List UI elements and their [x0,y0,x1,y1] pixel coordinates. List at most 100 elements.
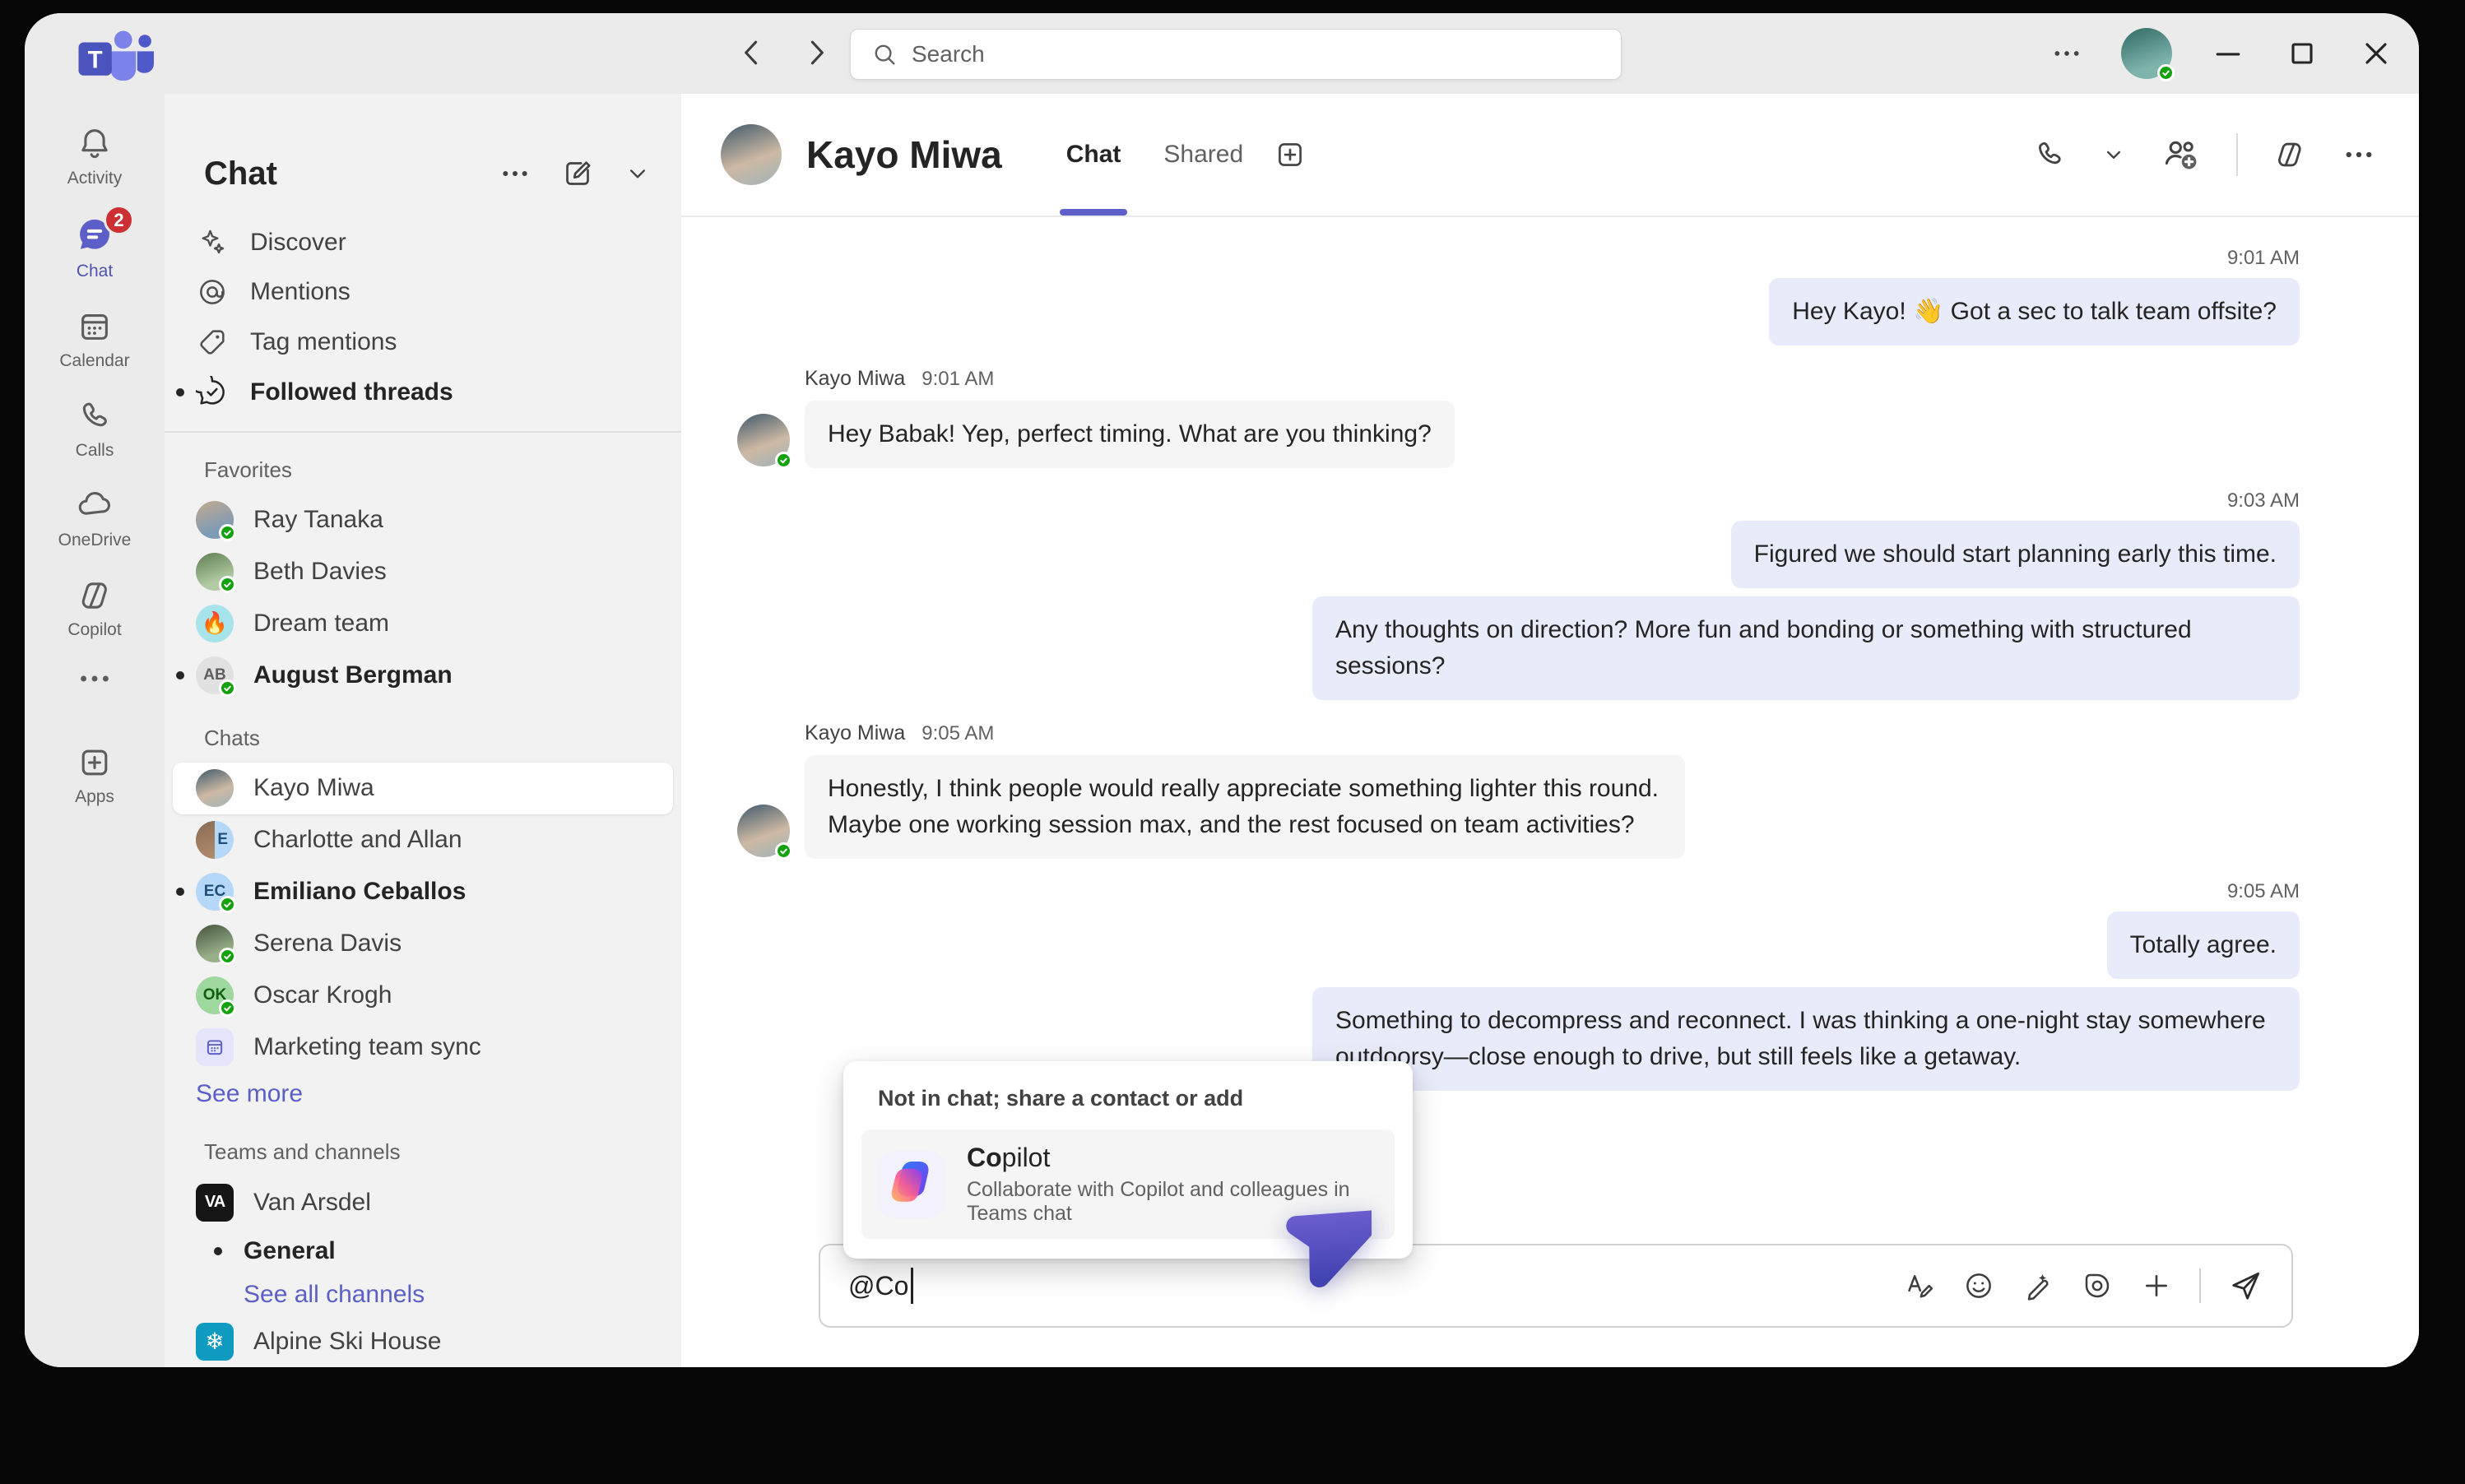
message-avatar[interactable] [737,414,790,466]
see-more-link[interactable]: See more [165,1073,681,1115]
chat-list-item-oscar-krogh[interactable]: OK Oscar Krogh [165,969,681,1021]
chat-list-item-serena-davis[interactable]: Serena Davis [165,918,681,970]
conversation-avatar[interactable] [721,124,782,185]
message-group-sent: 9:03 AM Figured we should start planning… [737,489,2300,700]
rail-label: Chat [77,262,113,281]
presence-available-badge [219,524,236,541]
chat-list-item-dream-team[interactable]: 🔥 Dream team [165,597,681,649]
message-bubble-sent[interactable]: Figured we should start planning early t… [1731,521,2300,588]
message-timestamp: 9:05 AM [921,722,994,745]
message-bubble-sent[interactable]: Any thoughts on direction? More fun and … [1312,596,2300,700]
rail-item-calendar[interactable]: Calendar [33,298,156,381]
add-people-icon[interactable] [2161,136,2202,174]
snowflake-logo-avatar: ❄ [196,1323,234,1361]
team-item-alpine-ski-house[interactable]: ❄ Alpine Ski House [165,1315,681,1367]
send-icon[interactable] [2227,1268,2263,1304]
maximize-button[interactable] [2284,35,2320,72]
avatar: OK [196,976,234,1014]
chat-check-icon [196,376,229,409]
rail-label: Calendar [59,351,129,371]
chat-list-item-ray-tanaka[interactable]: Ray Tanaka [165,494,681,546]
conversation-title: Kayo Miwa [806,132,1002,177]
add-tab-icon[interactable] [1273,137,1307,172]
search-input[interactable]: Search [850,29,1622,80]
message-bubble-received[interactable]: Honestly, I think people would really ap… [805,755,1685,859]
avatar [196,501,234,539]
channel-item-general[interactable]: General [165,1228,681,1273]
team-name: Van Arsdel [253,1189,371,1217]
rail-item-copilot[interactable]: Copilot [33,567,156,650]
divider [2199,1268,2201,1303]
chat-list-item-kayo-miwa[interactable]: Kayo Miwa [173,763,673,814]
chat-name: Emiliano Ceballos [253,878,466,906]
call-options-chevron-icon[interactable] [2101,142,2126,167]
message-bubble-sent[interactable]: Totally agree. [2107,911,2300,979]
titlebar-more-icon[interactable] [2050,37,2083,70]
filter-more-icon[interactable] [499,166,532,181]
team-item-van-arsdel[interactable]: VA Van Arsdel [165,1176,681,1228]
rail-item-calls[interactable]: Calls [33,387,156,471]
minimize-button[interactable] [2210,35,2246,72]
tab-chat[interactable]: Chat [1045,94,1143,216]
new-chat-icon[interactable] [561,157,594,190]
sparkle-icon [196,226,229,259]
back-button[interactable] [734,35,770,71]
avatar-initials: E [217,831,228,849]
more-dots-icon [76,666,114,691]
format-icon[interactable] [1903,1269,1936,1302]
tab-shared[interactable]: Shared [1142,94,1265,216]
rail-item-chat[interactable]: 2 Chat [33,205,156,291]
team-logo-avatar: VA [196,1184,234,1222]
emoji-icon[interactable] [1962,1269,1995,1302]
rail-item-onedrive[interactable]: OneDrive [33,477,156,560]
mouse-cursor-pointer [1279,1194,1372,1296]
message-group-received: Kayo Miwa 9:05 AM Honestly, I think peop… [737,721,2300,859]
user-avatar[interactable] [2121,28,2172,79]
call-icon[interactable] [2032,137,2067,172]
chats-section-label: Chats [165,701,681,763]
close-button[interactable] [2358,35,2394,72]
rail-item-apps[interactable]: Apps [33,734,156,817]
sidebar-item-tag-mentions[interactable]: Tag mentions [165,318,681,368]
message-bubble-sent[interactable]: Something to decompress and reconnect. I… [1312,987,2300,1091]
loop-icon[interactable] [2081,1269,2114,1302]
presence-available-badge [219,948,236,965]
chat-list-item-emiliano-ceballos[interactable]: EC Emiliano Ceballos [165,866,681,918]
sidebar-item-mentions[interactable]: Mentions [165,267,681,318]
conversation-more-icon[interactable] [2342,147,2376,162]
message-group-received: Kayo Miwa 9:01 AM Hey Babak! Yep, perfec… [737,367,2300,468]
chat-list-item-charlotte-and-allan[interactable]: E Charlotte and Allan [165,814,681,866]
rail-label: Copilot [67,620,121,640]
teams-section-label: Teams and channels [165,1115,681,1176]
see-all-channels-link[interactable]: See all channels [165,1273,681,1315]
sidebar-item-discover[interactable]: Discover [165,217,681,267]
chat-unread-badge: 2 [104,205,134,235]
divider [2236,133,2238,176]
chat-list-item-beth-davies[interactable]: Beth Davies [165,545,681,597]
conversation-pane: Kayo Miwa Chat Shared [681,94,2419,1367]
copilot-header-icon[interactable] [2272,137,2307,172]
favorites-section-label: Favorites [165,433,681,494]
pane-title: Chat [204,155,499,192]
cloud-icon [74,487,115,525]
rail-item-activity[interactable]: Activity [33,115,156,198]
forward-button[interactable] [798,35,834,71]
chevron-down-icon[interactable] [624,157,652,190]
message-avatar[interactable] [737,805,790,857]
chat-list-item-august-bergman[interactable]: AB August Bergman [165,649,681,701]
chat-list-item-marketing-team-sync[interactable]: Marketing team sync [165,1021,681,1073]
bell-icon [76,125,114,163]
chat-name: Marketing team sync [253,1033,481,1061]
rewrite-magic-pen-icon[interactable] [2022,1269,2054,1302]
sidebar-item-label: Followed threads [250,378,453,406]
fire-emoji-icon: 🔥 [202,610,228,636]
unread-dot [214,1247,222,1255]
attach-plus-icon[interactable] [2140,1269,2173,1302]
sidebar-item-followed-threads[interactable]: Followed threads [165,368,681,418]
message-bubble-sent[interactable]: Hey Kayo! 👋 Got a sec to talk team offsi… [1769,278,2300,345]
unread-dot [176,888,184,896]
rail-item-more[interactable] [33,656,156,701]
message-bubble-received[interactable]: Hey Babak! Yep, perfect timing. What are… [805,401,1455,468]
presence-available-badge [219,896,236,913]
rail-label: Apps [75,787,114,807]
